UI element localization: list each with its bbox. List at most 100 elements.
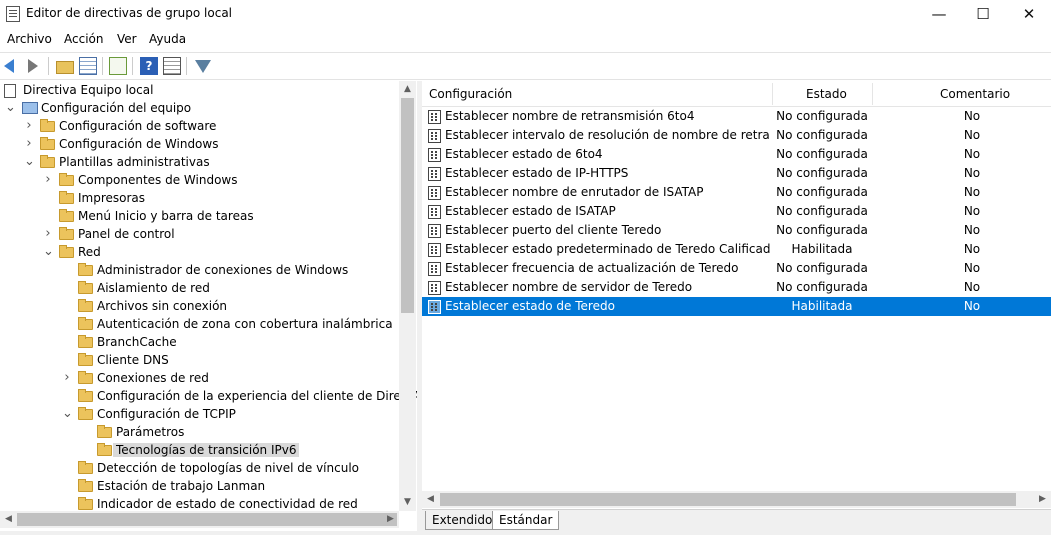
- tree-item[interactable]: Parámetros: [0, 424, 400, 442]
- setting-comment: No: [963, 204, 981, 218]
- minimize-button[interactable]: —: [916, 0, 962, 29]
- tree-item[interactable]: Administrador de conexiones de Windows: [0, 262, 400, 280]
- setting-state: No configurada: [776, 109, 868, 123]
- folder-icon: [78, 335, 93, 348]
- tree-horizontal-scrollbar[interactable]: ◀ ▶: [0, 511, 399, 528]
- menu-accion[interactable]: Acción: [64, 32, 103, 46]
- policy-setting-icon: [428, 300, 441, 314]
- scroll-thumb[interactable]: [401, 98, 414, 313]
- setting-comment: No: [963, 185, 981, 199]
- forward-icon[interactable]: [28, 59, 38, 73]
- tree-item[interactable]: Cliente DNS: [0, 352, 400, 370]
- tree-item[interactable]: Tecnologías de transición IPv6: [0, 442, 400, 460]
- tree-item[interactable]: Menú Inicio y barra de tareas: [0, 208, 400, 226]
- chevron-down-icon[interactable]: ⌄: [62, 407, 73, 420]
- folder-icon: [78, 317, 93, 330]
- scroll-thumb[interactable]: [440, 493, 1016, 506]
- tree-item[interactable]: BranchCache: [0, 334, 400, 352]
- table-row[interactable]: Establecer nombre de enrutador de ISATAP…: [422, 183, 1051, 202]
- toolbar-separator: [48, 57, 49, 75]
- table-row[interactable]: Establecer estado de 6to4 No configurada N…: [422, 145, 1051, 164]
- menu-ver[interactable]: Ver: [117, 32, 137, 46]
- tree-item[interactable]: Directiva Equipo local: [0, 82, 400, 100]
- tree-item[interactable]: › Conexiones de red: [0, 370, 400, 388]
- tree-item[interactable]: › Panel de control: [0, 226, 400, 244]
- tree-item[interactable]: Aislamiento de red: [0, 280, 400, 298]
- tree-item[interactable]: Archivos sin conexión: [0, 298, 400, 316]
- document-icon: [4, 84, 16, 98]
- menu-ayuda[interactable]: Ayuda: [149, 32, 186, 46]
- tree-item[interactable]: ⌄ Plantillas administrativas: [0, 154, 400, 172]
- column-header-comentario[interactable]: Comentario: [940, 81, 1010, 106]
- column-header-configuracion[interactable]: Configuración: [429, 81, 512, 106]
- setting-state: No configurada: [776, 185, 868, 199]
- chevron-right-icon[interactable]: ›: [43, 227, 53, 240]
- tree-item[interactable]: ⌄ Red: [0, 244, 400, 262]
- properties-icon[interactable]: [163, 57, 181, 75]
- chevron-right-icon[interactable]: ›: [62, 371, 72, 384]
- table-row[interactable]: Establecer estado de ISATAP No configurad…: [422, 202, 1051, 221]
- tree-item[interactable]: › Componentes de Windows: [0, 172, 400, 190]
- table-row[interactable]: Establecer nombre de servidor de Teredo N…: [422, 278, 1051, 297]
- menu-archivo[interactable]: Archivo: [7, 32, 52, 46]
- setting-comment: No: [963, 299, 981, 313]
- tab-extendido[interactable]: Extendido: [425, 511, 500, 530]
- export-list-icon[interactable]: [109, 57, 127, 75]
- tree-item[interactable]: › Configuración de software: [0, 118, 400, 136]
- setting-name: Establecer estado predeterminado de Tere…: [445, 242, 770, 256]
- table-row[interactable]: Establecer nombre de retransmisión 6to4 N…: [422, 107, 1051, 126]
- back-icon[interactable]: [4, 59, 14, 73]
- chevron-right-icon[interactable]: ›: [24, 137, 34, 150]
- tree-item-label: Estación de trabajo Lanman: [97, 479, 266, 493]
- chevron-down-icon[interactable]: ⌄: [24, 155, 35, 168]
- toolbar-separator: [102, 57, 103, 75]
- tree-item[interactable]: Indicador de estado de conectividad de r…: [0, 496, 400, 511]
- column-divider[interactable]: [772, 83, 773, 105]
- maximize-button[interactable]: ☐: [960, 0, 1006, 29]
- tree-item-label: BranchCache: [97, 335, 177, 349]
- table-row[interactable]: Establecer estado de Teredo Habilitada No: [422, 297, 1051, 316]
- tree-item[interactable]: Impresoras: [0, 190, 400, 208]
- setting-state: No configurada: [776, 261, 868, 275]
- table-row[interactable]: Establecer intervalo de resolución de no…: [422, 126, 1051, 145]
- help-icon[interactable]: ?: [140, 57, 158, 75]
- up-folder-icon[interactable]: [56, 61, 74, 74]
- show-hide-tree-icon[interactable]: [79, 57, 97, 75]
- chevron-right-icon[interactable]: ›: [43, 173, 53, 186]
- chevron-down-icon[interactable]: ⌄: [43, 245, 54, 258]
- scroll-left-icon[interactable]: ◀: [422, 491, 439, 508]
- scroll-up-icon[interactable]: ▲: [399, 81, 416, 98]
- chevron-down-icon[interactable]: ⌄: [5, 101, 16, 114]
- folder-icon: [78, 281, 93, 294]
- setting-name: Establecer intervalo de resolución de no…: [445, 128, 770, 142]
- table-row[interactable]: Establecer estado de IP-HTTPS No configur…: [422, 164, 1051, 183]
- tree-item-label: Plantillas administrativas: [59, 155, 210, 169]
- close-button[interactable]: ✕: [1006, 0, 1051, 29]
- tree-item[interactable]: ⌄ Configuración de TCPIP: [0, 406, 400, 424]
- scroll-thumb[interactable]: [17, 513, 397, 526]
- setting-name: Establecer estado de Teredo: [445, 299, 615, 313]
- tree-item[interactable]: ⌄ Configuración del equipo: [0, 100, 400, 118]
- filter-icon[interactable]: [195, 60, 211, 73]
- column-header-estado[interactable]: Estado: [806, 81, 847, 106]
- table-row[interactable]: Establecer puerto del cliente Teredo No c…: [422, 221, 1051, 240]
- scroll-right-icon[interactable]: ▶: [1034, 491, 1051, 508]
- column-divider[interactable]: [872, 83, 873, 105]
- scroll-down-icon[interactable]: ▼: [399, 494, 416, 511]
- tree-item-label: Impresoras: [78, 191, 146, 205]
- scroll-right-icon[interactable]: ▶: [382, 511, 399, 528]
- tree-item[interactable]: Configuración de la experiencia del clie…: [0, 388, 417, 406]
- list-horizontal-scrollbar[interactable]: ◀ ▶: [422, 491, 1051, 508]
- table-row[interactable]: Establecer estado predeterminado de Tere…: [422, 240, 1051, 259]
- tree-item-label: Detección de topologías de nivel de vínc…: [97, 461, 359, 475]
- tree-vertical-scrollbar[interactable]: ▲ ▼: [399, 81, 416, 511]
- folder-icon: [78, 389, 93, 402]
- tree-item[interactable]: › Configuración de Windows: [0, 136, 400, 154]
- scroll-left-icon[interactable]: ◀: [0, 511, 17, 528]
- tree-item[interactable]: Estación de trabajo Lanman: [0, 478, 400, 496]
- table-row[interactable]: Establecer frecuencia de actualización d…: [422, 259, 1051, 278]
- tree-item[interactable]: Detección de topologías de nivel de vínc…: [0, 460, 400, 478]
- tree-item[interactable]: Autenticación de zona con cobertura inal…: [0, 316, 400, 334]
- tab-estandar[interactable]: Estándar: [492, 511, 560, 530]
- chevron-right-icon[interactable]: ›: [24, 119, 34, 132]
